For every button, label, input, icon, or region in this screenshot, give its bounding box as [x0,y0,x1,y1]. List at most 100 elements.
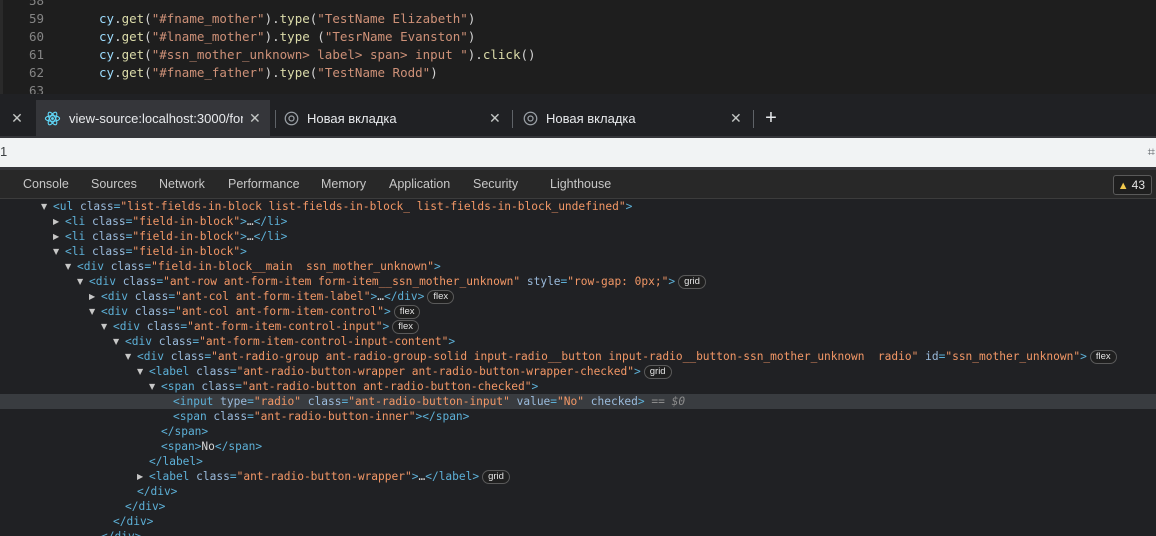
line-number: 61 [28,47,44,62]
code-text: cy.get("#ssn_mother_unknown> label> span… [99,47,536,62]
tab-title: view-source:localhost:3000/form [69,110,243,126]
dom-node[interactable]: ▼ <ul class="list-fields-in-block list-fi… [0,199,1156,214]
expand-down-icon[interactable]: ▼ [101,319,111,334]
dom-node-selected[interactable]: <input type="radio" class="ant-radio-but… [0,394,1156,409]
dom-node[interactable]: ▼ <span class="ant-radio-button ant-radio… [0,379,1156,394]
tab-sources[interactable]: Sources [91,170,137,198]
tab-performance[interactable]: Performance [228,170,300,198]
tab-title: Новая вкладка [307,110,397,126]
grid-badge[interactable]: grid [678,275,706,289]
tab-network[interactable]: Network [159,170,205,198]
code-text: cy.get("#fname_father").type("TestName R… [99,65,438,80]
dom-node[interactable]: ▼ <div class="ant-radio-group ant-radio-g… [0,349,1156,364]
node-markup: <div class="ant-form-item-control-input"… [113,319,419,334]
node-markup: <span class="ant-radio-button ant-radio-… [161,380,539,393]
dom-node[interactable]: </span> [0,424,1156,439]
address-input[interactable]: 1 ⌗ [0,138,1156,167]
tab-separator [512,110,513,128]
scan-icon[interactable]: ⌗ [1148,145,1155,160]
tab-console[interactable]: Console [23,170,69,198]
close-tab-icon[interactable]: ✕ [6,100,28,136]
flex-badge[interactable]: flex [427,290,455,304]
expand-down-icon[interactable]: ▼ [137,364,147,379]
grid-badge[interactable]: grid [643,365,672,379]
line-number: 62 [28,65,44,80]
expand-right-icon[interactable]: ▶ [53,229,63,244]
new-tab-button[interactable]: + [760,100,782,136]
warning-counter[interactable]: ▲ 43 [1112,175,1152,195]
expand-right-icon[interactable]: ▶ [53,214,63,229]
node-markup: <span>No</span> [161,440,263,453]
dom-node[interactable]: ▼ <label class="ant-radio-button-wrapper … [0,364,1156,379]
close-tab-icon[interactable]: ✕ [730,110,742,127]
node-markup: <label class="ant-radio-button-wrapper a… [149,364,672,379]
node-markup: </div> [101,529,141,536]
node-markup: <li class="field-in-block"> [65,245,247,258]
address-bar: 1 ⌗ [0,136,1156,170]
grid-badge[interactable]: grid [482,470,510,484]
dom-node[interactable]: ▼ <li class="field-in-block"> [0,244,1156,259]
expand-down-icon[interactable]: ▼ [53,244,63,259]
expand-down-icon[interactable]: ▼ [125,349,135,364]
node-markup: <div class="ant-row ant-form-item form-i… [89,274,706,289]
dom-node[interactable]: </div> [0,484,1156,499]
warning-icon: ▲ [1117,180,1129,192]
line-number: 59 [28,11,44,26]
dom-node[interactable]: </div> [0,529,1156,536]
node-markup: <div class="field-in-block__main ssn_mot… [77,260,441,273]
tab-memory[interactable]: Memory [321,170,366,198]
expand-down-icon[interactable]: ▼ [149,379,159,394]
tab-view-source[interactable]: view-source:localhost:3000/form ✕ [36,100,270,136]
devtools-tab-bar: Console Sources Network Performance Memo… [0,170,1156,199]
dom-node[interactable]: ▼ <div class="ant-row ant-form-item form-… [0,274,1156,289]
node-markup: <span class="ant-radio-button-inner"></s… [173,410,470,423]
tab-new-tab-2[interactable]: Новая вкладка ✕ [517,100,747,136]
node-markup: <label class="ant-radio-button-wrapper">… [149,469,510,484]
expand-down-icon[interactable]: ▼ [65,259,75,274]
plus-icon: + [765,106,777,129]
expand-right-icon[interactable]: ▶ [89,289,99,304]
dom-node[interactable]: </div> [0,514,1156,529]
elements-tree[interactable]: ▼ <ul class="list-fields-in-block list-fi… [0,199,1156,536]
dom-node[interactable]: ▶ <li class="field-in-block">…</li> [0,214,1156,229]
dom-node[interactable]: </label> [0,454,1156,469]
tab-lighthouse[interactable]: Lighthouse [550,170,611,198]
dom-node[interactable]: ▼ <div class="ant-form-item-control-input… [0,334,1156,349]
dom-node[interactable]: ▶ <li class="field-in-block">…</li> [0,229,1156,244]
flex-badge[interactable]: flex [393,305,421,319]
tab-new-tab-1[interactable]: Новая вкладка ✕ [278,100,506,136]
dom-node[interactable]: </div> [0,499,1156,514]
dom-node[interactable]: ▼ <div class="ant-form-item-control-input… [0,319,1156,334]
tab-separator [275,110,276,128]
node-markup: <ul class="list-fields-in-block list-fie… [53,200,633,213]
line-number: 58 [28,0,44,8]
tab-application[interactable]: Application [389,170,450,198]
expand-down-icon[interactable]: ▼ [41,199,51,214]
dom-node[interactable]: ▶ <label class="ant-radio-button-wrapper"… [0,469,1156,484]
close-tab-icon[interactable]: ✕ [249,110,261,127]
flex-badge[interactable]: flex [392,320,419,334]
address-text: 1 [0,144,8,159]
expand-right-icon[interactable]: ▶ [137,469,147,484]
code-text: cy.get("#fname_mother").type("TestName E… [99,11,476,26]
close-tab-icon[interactable]: ✕ [489,110,501,127]
tab-security[interactable]: Security [473,170,518,198]
dom-node[interactable]: ▶ <div class="ant-col ant-form-item-label… [0,289,1156,304]
dom-node[interactable]: ▼ <div class="field-in-block__main ssn_mo… [0,259,1156,274]
expand-down-icon[interactable]: ▼ [89,304,99,319]
node-markup: <input type="radio" class="ant-radio-but… [173,395,686,408]
code-editor[interactable]: 58 59 cy.get("#fname_mother").type("TestNa… [0,0,1156,94]
dom-node[interactable]: ▼ <div class="ant-col ant-form-item-contr… [0,304,1156,319]
node-markup: </div> [125,500,166,513]
node-markup: </label> [149,455,203,468]
flex-badge[interactable]: flex [1089,350,1117,364]
dom-node[interactable]: <span>No</span> [0,439,1156,454]
node-markup: <li class="field-in-block">…</li> [65,230,288,243]
dom-node[interactable]: <span class="ant-radio-button-inner"></s… [0,409,1156,424]
node-markup: </div> [113,515,154,528]
node-markup: </span> [161,425,209,438]
code-text: cy.get("#lname_mother").type ("TesrName … [99,29,476,44]
expand-down-icon[interactable]: ▼ [113,334,123,349]
expand-down-icon[interactable]: ▼ [77,274,87,289]
chrome-icon [523,111,538,126]
